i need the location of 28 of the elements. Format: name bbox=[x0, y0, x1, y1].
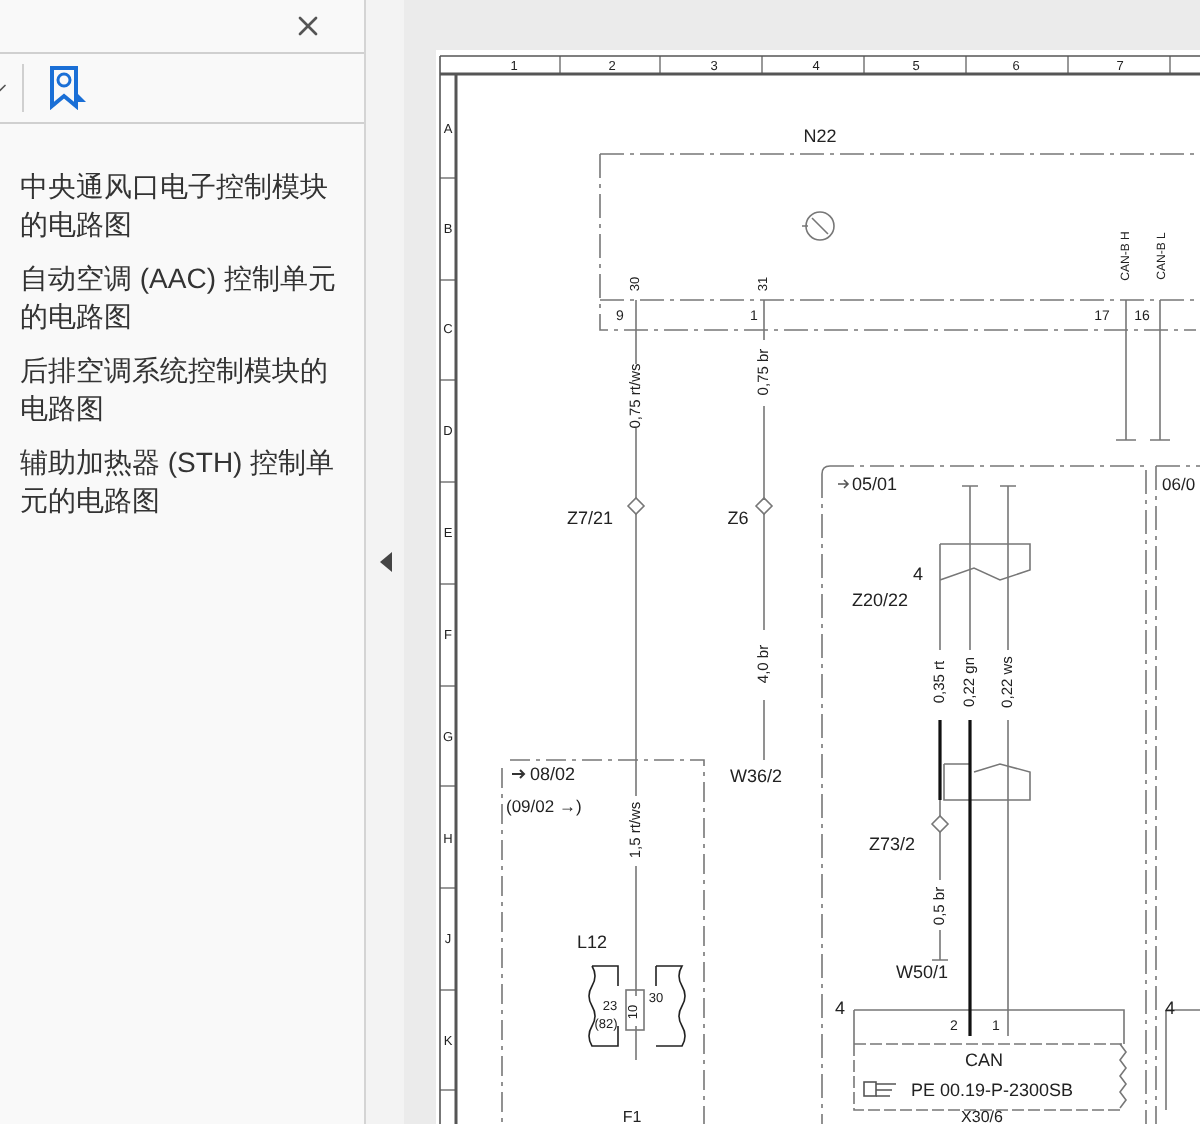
splice-label: Z73/2 bbox=[869, 834, 915, 854]
connector-label: W50/1 bbox=[896, 962, 948, 982]
splice-label: Z7/21 bbox=[567, 508, 613, 528]
arrow-icon bbox=[511, 769, 526, 779]
page-reference: 08/02 bbox=[530, 764, 576, 784]
page-reference: 06/0 bbox=[1162, 474, 1196, 494]
pin-number: 4 bbox=[913, 564, 923, 584]
connector-label: CAN bbox=[965, 1050, 1003, 1070]
module-label: N22 bbox=[803, 126, 837, 146]
connector-label: W36/2 bbox=[730, 766, 782, 786]
bookmark-item[interactable]: 辅助加热器 (STH) 控制单元的电路图 bbox=[20, 444, 348, 520]
document-reference: PE 00.19-P-2300SB bbox=[910, 1080, 1074, 1100]
collapse-arrow-icon[interactable] bbox=[379, 552, 391, 572]
connector-label: Z20/22 bbox=[851, 590, 909, 610]
arrow-icon bbox=[837, 479, 850, 489]
splice-label: Z6 bbox=[727, 508, 749, 528]
bookmark-item[interactable]: 自动空调 (AAC) 控制单元的电路图 bbox=[20, 260, 348, 336]
component-label: L12 bbox=[576, 932, 608, 952]
bookmark-icon[interactable] bbox=[48, 66, 88, 110]
page-reference: (09/02 →) bbox=[506, 796, 582, 816]
page-reference: 05/01 bbox=[852, 474, 898, 494]
pin-number: 4 bbox=[1165, 998, 1175, 1018]
pointing-hand-icon bbox=[863, 1081, 897, 1097]
bookmark-item[interactable]: 后排空调系统控制模块的电路图 bbox=[20, 352, 348, 428]
component-label: F1 bbox=[622, 1108, 642, 1124]
bookmark-item[interactable]: 中央通风口电子控制模块的电路图 bbox=[20, 168, 348, 244]
pin-number: 4 bbox=[835, 998, 845, 1018]
connector-label: X30/6 bbox=[961, 1108, 1003, 1124]
